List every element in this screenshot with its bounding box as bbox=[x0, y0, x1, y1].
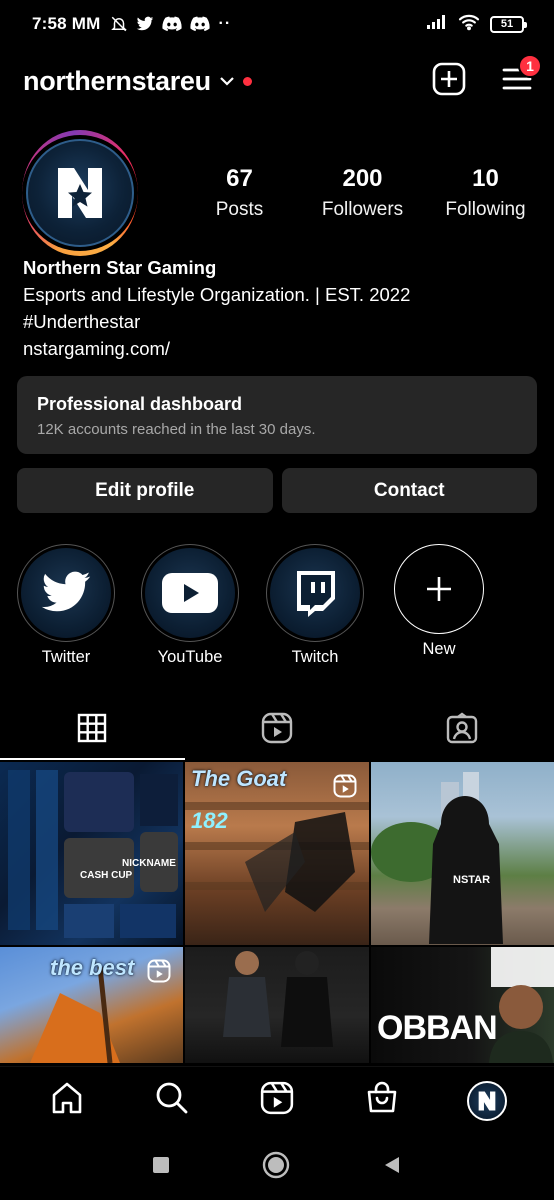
tagged-icon bbox=[446, 712, 478, 749]
bio-line: Esports and Lifestyle Organization. | ES… bbox=[23, 284, 411, 305]
grid-post-3[interactable]: NSTAR bbox=[371, 762, 554, 945]
status-notification-icons: ·· bbox=[110, 15, 231, 33]
reels-badge-icon bbox=[147, 959, 171, 988]
status-time: 7:58 MM bbox=[32, 14, 101, 33]
search-icon bbox=[155, 1081, 189, 1120]
jersey-render-image bbox=[223, 951, 333, 1047]
bottom-navigation bbox=[0, 1066, 554, 1134]
tab-reels[interactable] bbox=[185, 700, 370, 760]
grid-caption: NSTAR bbox=[453, 874, 491, 886]
back-button[interactable] bbox=[382, 1155, 402, 1180]
stat-followers-value: 200 bbox=[342, 164, 383, 192]
bio-link[interactable]: nstargaming.com/ bbox=[23, 335, 533, 362]
nav-reels[interactable] bbox=[247, 1071, 307, 1131]
profile-bio: Northern Star Gaming Esports and Lifesty… bbox=[23, 254, 533, 362]
recent-apps-button[interactable] bbox=[152, 1156, 170, 1179]
reels-icon bbox=[261, 712, 293, 749]
grid-caption: 182 bbox=[191, 808, 228, 833]
highlight-new[interactable]: New bbox=[387, 544, 491, 659]
signal-icon bbox=[426, 14, 448, 35]
grid-caption: OBBAN bbox=[377, 1009, 498, 1047]
grid-post-2[interactable]: The Goat 182 bbox=[185, 762, 369, 945]
profile-stats: 67 Posts 200 Followers 10 Following bbox=[178, 165, 547, 221]
status-system-icons: 51 bbox=[426, 13, 527, 36]
nav-home[interactable] bbox=[37, 1071, 97, 1131]
menu-button[interactable]: 1 bbox=[502, 53, 542, 97]
avatar[interactable] bbox=[22, 129, 138, 256]
grid-icon bbox=[77, 713, 107, 748]
twitter-icon bbox=[21, 548, 111, 638]
notification-badge: 1 bbox=[518, 53, 542, 78]
reels-icon bbox=[260, 1081, 294, 1120]
grid-caption: NICKNAME bbox=[122, 858, 176, 869]
system-navigation bbox=[0, 1134, 554, 1200]
nav-search[interactable] bbox=[142, 1071, 202, 1131]
bio-hashtag[interactable]: #Underthestar bbox=[23, 308, 533, 335]
dashboard-title: Professional dashboard bbox=[37, 394, 243, 414]
edit-profile-button[interactable]: Edit profile bbox=[17, 468, 273, 513]
battery-icon: 51 bbox=[490, 15, 527, 33]
highlight-label: YouTube bbox=[157, 648, 223, 666]
more-notifications-icon: ·· bbox=[218, 15, 232, 32]
profile-summary: 67 Posts 200 Followers 10 Following bbox=[22, 129, 532, 256]
contact-button[interactable]: Contact bbox=[281, 468, 537, 513]
grid-post-4[interactable]: the best bbox=[0, 947, 183, 1063]
activity-dot bbox=[242, 76, 252, 86]
twitter-status-icon bbox=[136, 16, 154, 32]
grid-caption: CASH CUP bbox=[80, 870, 133, 881]
status-bar: 7:58 MM ·· 51 bbox=[0, 0, 554, 48]
highlight-youtube[interactable]: YouTube bbox=[138, 544, 242, 667]
nav-profile[interactable] bbox=[457, 1071, 517, 1131]
stat-followers[interactable]: 200 Followers bbox=[301, 165, 424, 221]
dashboard-subtitle: 12K accounts reached in the last 30 days… bbox=[37, 421, 316, 438]
nav-shop[interactable] bbox=[352, 1071, 412, 1131]
username-switcher[interactable]: northernstareu bbox=[23, 66, 211, 97]
highlight-label: Twitter bbox=[41, 648, 91, 666]
highlight-twitch[interactable]: Twitch bbox=[263, 544, 367, 667]
grid-caption: the best bbox=[50, 955, 135, 980]
tab-tagged[interactable] bbox=[369, 700, 554, 760]
stat-posts[interactable]: 67 Posts bbox=[178, 165, 301, 221]
nstar-logo-icon bbox=[26, 138, 134, 247]
home-system-button[interactable] bbox=[262, 1151, 290, 1184]
profile-header: northernstareu 1 bbox=[0, 53, 554, 106]
stat-following-label: Following bbox=[445, 198, 526, 220]
home-icon bbox=[50, 1081, 84, 1120]
professional-dashboard-card[interactable]: Professional dashboard 12K accounts reac… bbox=[17, 376, 537, 454]
twitch-icon bbox=[270, 548, 360, 638]
grid-caption: The Goat bbox=[191, 766, 287, 791]
wifi-icon bbox=[458, 13, 480, 36]
display-name: Northern Star Gaming bbox=[23, 257, 217, 278]
grid-post-6[interactable]: OBBAN bbox=[371, 947, 554, 1063]
story-highlights: Twitter YouTube Twitch New bbox=[14, 544, 534, 674]
reels-badge-icon bbox=[333, 774, 357, 803]
highlight-label: Twitch bbox=[291, 648, 339, 666]
stat-followers-label: Followers bbox=[321, 198, 404, 220]
bell-muted-icon bbox=[110, 15, 128, 33]
chevron-down-icon[interactable] bbox=[219, 75, 235, 87]
profile-avatar-icon bbox=[467, 1080, 508, 1121]
hoodie-photo-image bbox=[371, 772, 503, 944]
discord-status-icon-2 bbox=[190, 16, 211, 32]
stat-following[interactable]: 10 Following bbox=[424, 165, 547, 221]
youtube-icon bbox=[145, 548, 235, 638]
tab-posts[interactable] bbox=[0, 700, 185, 760]
highlight-twitter[interactable]: Twitter bbox=[14, 544, 118, 667]
create-post-button[interactable] bbox=[432, 62, 466, 101]
plus-icon bbox=[394, 544, 484, 634]
grid-post-5[interactable] bbox=[185, 947, 369, 1063]
merch-collage-image bbox=[8, 770, 178, 938]
posts-grid: CASH CUP NICKNAME The Goat 182 NSTAR the… bbox=[0, 762, 554, 1063]
stat-posts-value: 67 bbox=[226, 164, 253, 192]
stat-following-value: 10 bbox=[472, 164, 499, 192]
grid-post-1[interactable]: CASH CUP NICKNAME bbox=[0, 762, 183, 945]
profile-tabs bbox=[0, 700, 554, 760]
stat-posts-label: Posts bbox=[215, 198, 264, 220]
discord-status-icon bbox=[162, 16, 183, 32]
shopping-bag-icon bbox=[365, 1081, 399, 1120]
profile-actions: Edit profile Contact bbox=[17, 468, 537, 513]
highlight-label: New bbox=[422, 640, 456, 658]
